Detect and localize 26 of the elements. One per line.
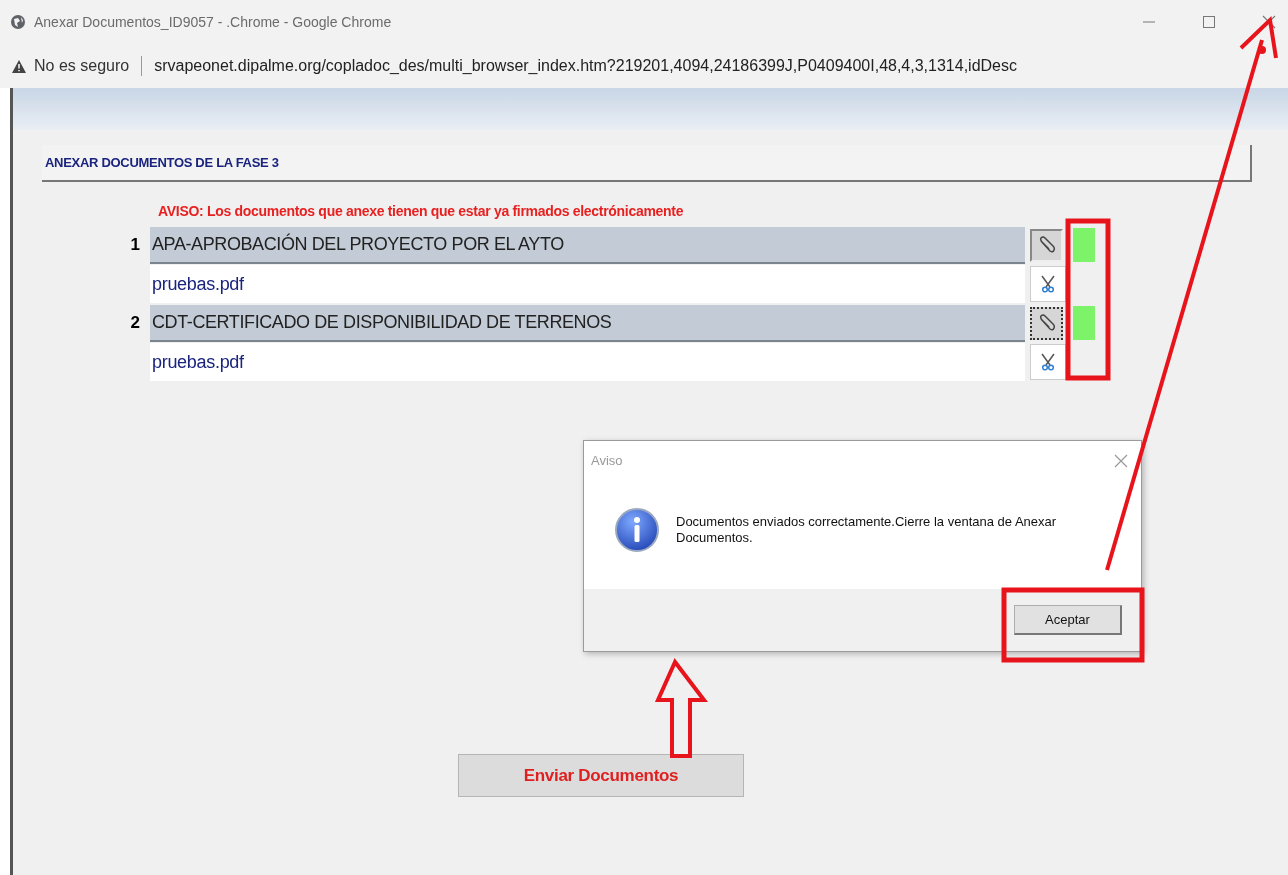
file-name[interactable]: pruebas.pdf [150,265,1025,303]
document-name: APA-APROBACIÓN DEL PROYECTO POR EL AYTO [150,226,1025,264]
window-title: Anexar Documentos_ID9057 - .Chrome - Google Chrome [34,12,393,32]
attach-button[interactable] [1030,228,1063,262]
security-label: No es seguro [34,56,130,76]
document-name: CDT-CERTIFICADO DE DISPONIBILIDAD DE TERRENOS [150,304,1025,342]
close-icon[interactable] [1262,15,1276,29]
row-number: 2 [129,312,141,335]
section-heading: ANEXAR DOCUMENTOS DE LA FASE 3 [42,145,1252,182]
accept-button[interactable]: Aceptar [1014,605,1122,635]
scissors-icon [1039,352,1057,372]
remove-button[interactable] [1030,266,1066,302]
dialog-title: Aviso [591,452,623,471]
close-icon[interactable] [1114,454,1128,468]
file-name[interactable]: pruebas.pdf [150,343,1025,381]
maximize-icon[interactable] [1202,15,1216,29]
dialog-message: Documentos enviados correctamente.Cierre la ventana de Anexar Documentos. [676,514,1058,546]
warning-text: AVISO: Los documentos que anexe tienen que estar ya firmados electrónicamente [158,202,685,221]
remove-button[interactable] [1030,344,1066,380]
scissors-icon [1039,274,1057,294]
url-text[interactable]: srvapeonet.dipalme.org/copladoc_des/multi_browser_index.htm?219201,4094,24186399J,P0409400I,48,4,3,1314,idDesc [154,54,1017,78]
row-number: 1 [129,234,141,257]
info-icon [614,507,660,553]
globe-icon [10,14,26,30]
warning-icon [12,59,26,73]
attach-button[interactable] [1030,306,1063,340]
